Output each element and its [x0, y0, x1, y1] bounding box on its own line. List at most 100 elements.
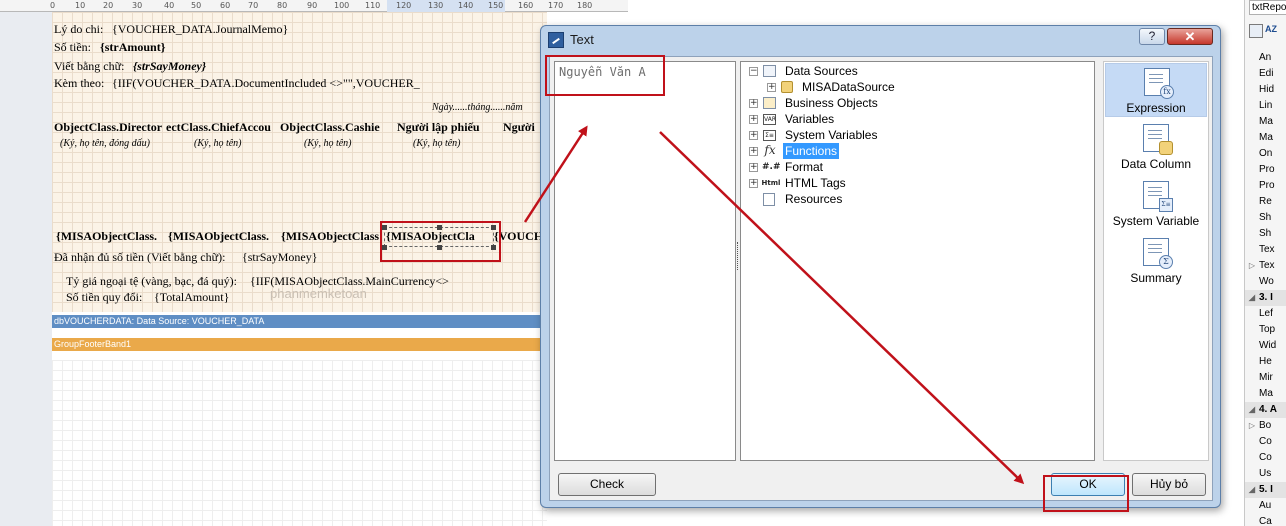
expander-icon[interactable]: ▷ [1245, 258, 1259, 274]
property-row[interactable]: ◢ 4. A [1245, 402, 1286, 418]
categorized-icon[interactable] [1249, 24, 1263, 38]
dialog-titlebar[interactable]: Text ? ✕ [541, 26, 1220, 54]
text-dialog[interactable]: Text ? ✕ Nguyễn Văn A − Data Sources + M… [540, 25, 1221, 508]
amount-words-field[interactable]: {strSayMoney} [133, 59, 206, 74]
insert-options-panel: fx Expression Data Column Σ≡ System Vari… [1103, 61, 1209, 461]
sig-field-cashier[interactable]: {MISAObjectClass [281, 229, 379, 244]
summary-label: Summary [1130, 271, 1182, 285]
tree-node-html-tags[interactable]: + Html HTML Tags [747, 175, 1047, 191]
property-row[interactable]: ◢ 5. I [1245, 482, 1286, 498]
properties-object-selector[interactable]: txtRepo [1249, 0, 1286, 15]
property-row[interactable]: On [1245, 146, 1286, 162]
property-name: Ma [1259, 132, 1273, 143]
cancel-button[interactable]: Hủy bỏ [1132, 473, 1206, 496]
tree-node-format[interactable]: + #.# Format [747, 159, 1047, 175]
ruler-tick: 40 [164, 1, 175, 10]
dictionary-tree[interactable]: − Data Sources + MISADataSource + Busine… [740, 61, 1095, 461]
property-row[interactable]: Ma [1245, 386, 1286, 402]
property-name: An [1259, 52, 1272, 63]
app-icon [548, 32, 564, 48]
property-name: Us [1259, 468, 1272, 479]
property-row[interactable]: Sh [1245, 210, 1286, 226]
data-column-button[interactable]: Data Column [1105, 120, 1207, 174]
sig-header-director[interactable]: ObjectClass.Director [54, 120, 162, 135]
property-row[interactable]: Re [1245, 194, 1286, 210]
system-variables-icon: Σ≡ [763, 130, 776, 141]
property-row[interactable]: ▷ Tex [1245, 258, 1286, 274]
check-button[interactable]: Check [558, 473, 656, 496]
summary-button[interactable]: Σ Summary [1105, 234, 1207, 288]
property-row[interactable]: Wid [1245, 338, 1286, 354]
property-row[interactable]: Us [1245, 466, 1286, 482]
tree-node-system-variables[interactable]: + Σ≡ System Variables [747, 127, 1047, 143]
expand-icon[interactable]: + [767, 83, 776, 92]
data-column-icon [1143, 124, 1173, 155]
property-row[interactable]: Au [1245, 498, 1286, 514]
sig-header-preparer[interactable]: Người lập phiếu [397, 120, 480, 135]
expand-icon[interactable]: + [749, 115, 758, 124]
reason-field[interactable]: {VOUCHER_DATA.JournalMemo} [112, 22, 288, 37]
tree-node-functions[interactable]: + fx Functions [747, 143, 1047, 159]
property-row[interactable]: Pro [1245, 178, 1286, 194]
system-variable-button[interactable]: Σ≡ System Variable [1105, 177, 1207, 231]
tree-node-variables[interactable]: + VAR Variables [747, 111, 1047, 127]
expand-icon[interactable]: + [749, 179, 758, 188]
property-row[interactable]: Sh [1245, 226, 1286, 242]
received-field[interactable]: {strSayMoney} [242, 250, 318, 265]
tree-node-resources[interactable]: Resources [747, 191, 1047, 207]
converted-field[interactable]: {TotalAmount} [154, 290, 229, 305]
property-row[interactable]: An [1245, 50, 1286, 66]
property-name: Pro [1259, 180, 1275, 191]
close-button[interactable]: ✕ [1167, 28, 1213, 45]
sig-field-director[interactable]: {MISAObjectClass. [56, 229, 157, 244]
expand-icon[interactable]: + [749, 99, 758, 108]
attach-field[interactable]: {IIF(VOUCHER_DATA.DocumentIncluded <>"",… [112, 76, 420, 91]
tree-node-data-sources[interactable]: − Data Sources [747, 63, 1047, 79]
sig-header-cashier[interactable]: ObjectClass.Cashie [280, 120, 380, 135]
annotation-selection-box [380, 221, 501, 262]
expander-icon[interactable]: ▷ [1245, 418, 1259, 434]
properties-panel[interactable]: txtRepo AZ An Edi Hid Lin Ma Ma On Pro Pro Re Sh Sh… [1244, 0, 1286, 526]
help-button[interactable]: ? [1139, 28, 1165, 45]
property-row[interactable]: Edi [1245, 66, 1286, 82]
expression-button[interactable]: fx Expression [1105, 63, 1207, 117]
expand-icon[interactable]: + [749, 131, 758, 140]
property-row[interactable]: Co [1245, 434, 1286, 450]
expand-icon[interactable]: + [749, 163, 758, 172]
property-row[interactable]: Top [1245, 322, 1286, 338]
sig-header-receiver[interactable]: Người [503, 120, 535, 135]
expander-icon[interactable]: ◢ [1245, 290, 1259, 306]
sig-field-chief-accountant[interactable]: {MISAObjectClass. [168, 229, 269, 244]
property-row[interactable]: Wo [1245, 274, 1286, 290]
property-row[interactable]: ◢ 3. I [1245, 290, 1286, 306]
property-row[interactable]: Ma [1245, 114, 1286, 130]
property-row[interactable]: He [1245, 354, 1286, 370]
property-row[interactable]: Ca [1245, 514, 1286, 526]
property-row[interactable]: Lef [1245, 306, 1286, 322]
expander-icon[interactable]: ◢ [1245, 402, 1259, 418]
property-name: Wid [1259, 340, 1277, 351]
sort-az-icon[interactable]: AZ [1265, 24, 1277, 34]
property-row[interactable]: ▷ Bo [1245, 418, 1286, 434]
rate-label: Tỷ giá ngoại tệ (vàng, bạc, đá quý): [66, 274, 237, 288]
report-grid-area-lower [52, 360, 547, 526]
expand-icon[interactable]: + [749, 147, 758, 156]
property-row[interactable]: Co [1245, 450, 1286, 466]
expander-icon[interactable]: ◢ [1245, 482, 1259, 498]
sig-hint-preparer: (Ký, họ tên) [413, 138, 461, 149]
sig-field-receiver[interactable]: {VOUCH [494, 229, 543, 244]
reason-label: Lý do chi: [54, 22, 104, 36]
tree-node-business-objects[interactable]: + Business Objects [747, 95, 1047, 111]
text-editor[interactable]: Nguyễn Văn A [554, 61, 736, 461]
property-row[interactable]: Ma [1245, 130, 1286, 146]
property-row[interactable]: Mir [1245, 370, 1286, 386]
property-row[interactable]: Hid [1245, 82, 1286, 98]
amount-field[interactable]: {strAmount} [100, 40, 165, 55]
tree-node-misa-datasource[interactable]: + MISADataSource [747, 79, 1047, 95]
sig-header-chief-accountant[interactable]: ectClass.ChiefAccou [166, 120, 271, 135]
property-row[interactable]: Pro [1245, 162, 1286, 178]
property-row[interactable]: Tex [1245, 242, 1286, 258]
report-designer[interactable]: 0 10 20 30 40 50 60 70 80 90 100 110 120… [0, 0, 628, 526]
collapse-icon[interactable]: − [749, 67, 758, 76]
property-row[interactable]: Lin [1245, 98, 1286, 114]
